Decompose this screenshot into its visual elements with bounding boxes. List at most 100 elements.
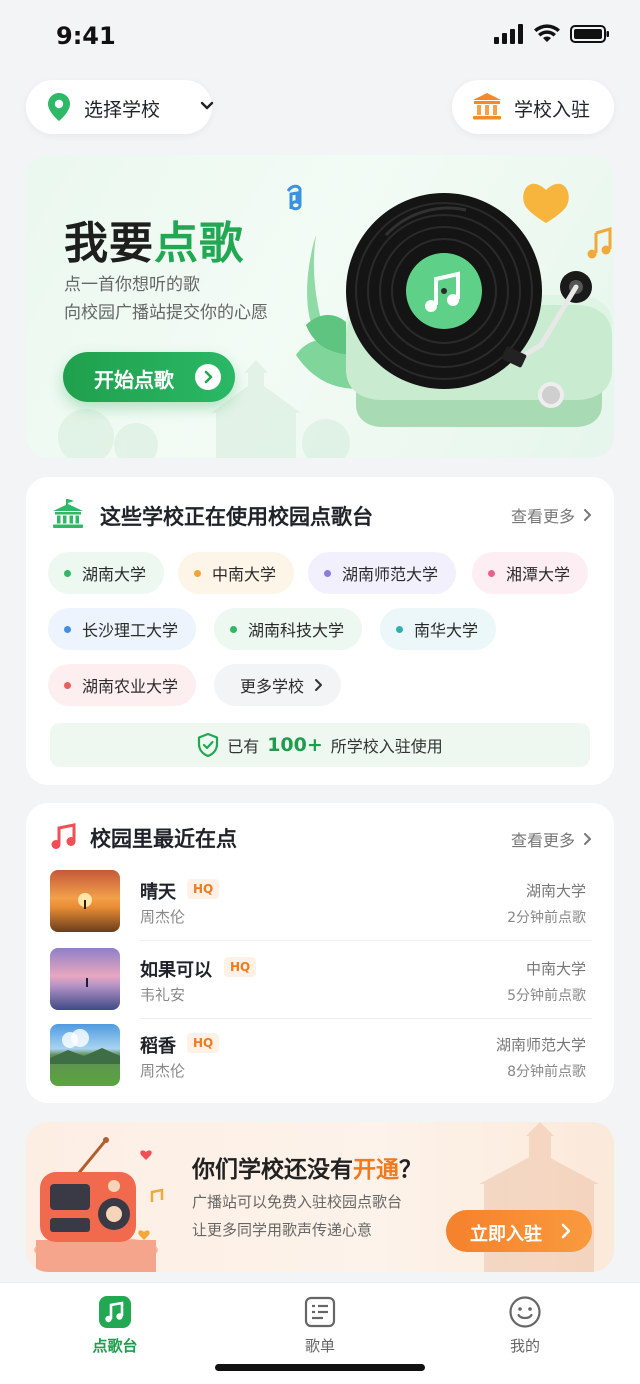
location-pin-icon [48, 93, 70, 121]
recent-card-title: 校园里最近在点 [90, 827, 237, 851]
song-time: 2分钟前点歌 [507, 910, 586, 926]
hero-subtitle-line1: 点一首你想听的歌 [64, 275, 200, 295]
wifi-icon [534, 24, 560, 42]
school-select-button[interactable]: 选择学校 [26, 80, 214, 134]
chevron-down-icon [200, 101, 214, 110]
school-join-button[interactable]: 学校入驻 [452, 80, 614, 134]
schools-card-title: 这些学校正在使用校园点歌台 [100, 505, 373, 529]
school-chip[interactable]: 南华大学 [380, 608, 497, 650]
status-time: 9:41 [56, 22, 116, 50]
school-chip[interactable]: 湖南师范大学 [308, 552, 457, 594]
chevron-right-icon [584, 509, 591, 521]
school-chip-label: 湖南大学 [82, 565, 147, 584]
song-school: 湖南师范大学 [495, 1036, 586, 1054]
join-now-label: 立即入驻 [470, 1224, 542, 1245]
signal-icon [494, 24, 523, 44]
chip-dot [324, 570, 331, 577]
recent-requests-card: 校园里最近在点 查看更多 晴天 HQ 周杰伦 湖南大学 2分钟前点歌 如果可以 … [26, 803, 614, 1103]
song-artist: 周杰伦 [140, 1062, 186, 1080]
song-school: 湖南大学 [525, 882, 586, 900]
school-chip[interactable]: 长沙理工大学 [48, 608, 197, 650]
chip-dot [396, 626, 403, 633]
chip-dot [64, 570, 71, 577]
hq-badge: HQ [187, 1033, 220, 1053]
school-join-label: 学校入驻 [514, 99, 591, 121]
stat-suffix: 所学校入驻使用 [330, 737, 443, 756]
shield-check-icon [198, 733, 219, 757]
top-bar: 选择学校 学校入驻 [0, 80, 640, 136]
schools-stat-bar: 已有 100+ 所学校入驻使用 [50, 723, 590, 767]
join-now-button[interactable]: 立即入驻 [446, 1210, 592, 1252]
promo-title: 你们学校还没有开通？ [192, 1150, 422, 1184]
tab-label: 我的 [509, 1337, 540, 1355]
song-time: 8分钟前点歌 [507, 1064, 586, 1080]
school-chip[interactable]: 中南大学 [178, 552, 295, 594]
tab-playlist[interactable]: 歌单 [260, 1293, 380, 1363]
chip-dot [64, 682, 71, 689]
chevron-right-icon [195, 364, 221, 390]
schools-card: 这些学校正在使用校园点歌台 查看更多 湖南大学 中南大学 湖南师范大学 湘潭大学… [26, 477, 614, 785]
school-chip[interactable]: 湖南农业大学 [48, 664, 197, 706]
more-schools-button[interactable]: 更多学校 [214, 664, 342, 706]
tab-label: 点歌台 [92, 1337, 138, 1355]
promo-subtitle: 广播站可以免费入驻校园点歌台 让更多同学用歌声传递心意 [192, 1188, 402, 1244]
school-chip-label: 中南大学 [212, 565, 277, 584]
school-chip-label: 长沙理工大学 [82, 621, 179, 640]
school-chip-label: 湖南师范大学 [342, 565, 439, 584]
tab-request[interactable]: 点歌台 [55, 1293, 175, 1363]
recent-more-label: 查看更多 [510, 831, 575, 850]
hero-title-part1: 我要 [64, 218, 154, 269]
home-indicator [215, 1364, 425, 1371]
start-request-button[interactable]: 开始点歌 [63, 352, 235, 402]
schools-more-label: 查看更多 [510, 507, 575, 526]
chip-dot [194, 570, 201, 577]
chevron-right-icon [315, 679, 323, 691]
school-chip[interactable]: 湖南大学 [48, 552, 165, 594]
hero-subtitle-line2: 向校园广播站提交你的心愿 [64, 303, 268, 323]
promo-title-part2: ？ [399, 1157, 422, 1183]
school-chip[interactable]: 湘潭大学 [472, 552, 589, 594]
hero-title-highlight: 点歌 [154, 218, 244, 269]
chip-dot [64, 626, 71, 633]
school-icon [53, 499, 83, 528]
chevron-right-icon [584, 833, 591, 845]
playlist-icon [304, 1296, 336, 1328]
song-row[interactable]: 晴天 HQ 周杰伦 湖南大学 2分钟前点歌 [50, 870, 592, 936]
song-artist: 韦礼安 [140, 986, 186, 1004]
smiley-icon [509, 1296, 541, 1328]
music-note-icon [51, 823, 76, 849]
start-request-label: 开始点歌 [94, 368, 174, 392]
promo-line1: 广播站可以免费入驻校园点歌台 [192, 1193, 403, 1211]
school-chip[interactable]: 湖南科技大学 [214, 608, 363, 650]
chip-dot [488, 570, 495, 577]
chip-dot [230, 626, 237, 633]
chevron-right-icon [561, 1223, 571, 1239]
status-icons [494, 24, 610, 44]
stat-number: 100+ [267, 734, 323, 756]
school-chip-label: 湘潭大学 [506, 565, 571, 584]
song-row[interactable]: 稻香 HQ 周杰伦 湖南师范大学 8分钟前点歌 [50, 1024, 592, 1090]
tab-profile[interactable]: 我的 [465, 1293, 585, 1363]
hq-badge: HQ [187, 879, 220, 899]
song-row[interactable]: 如果可以 HQ 韦礼安 中南大学 5分钟前点歌 [50, 948, 592, 1014]
recent-more-link[interactable]: 查看更多 [511, 827, 592, 851]
song-cover [50, 870, 120, 932]
promo-title-highlight: 开通 [353, 1157, 399, 1183]
hero-banner: 我要点歌 点一首你想听的歌 向校园广播站提交你的心愿 开始点歌 [26, 155, 614, 458]
school-building-icon [473, 93, 501, 120]
song-cover [50, 948, 120, 1010]
more-schools-label: 更多学校 [240, 677, 305, 696]
song-school: 中南大学 [525, 960, 586, 978]
stat-prefix: 已有 [227, 737, 260, 756]
hero-subtitle: 点一首你想听的歌 向校园广播站提交你的心愿 [64, 271, 268, 327]
schools-more-link[interactable]: 查看更多 [511, 503, 592, 527]
record-player-illustration [286, 183, 612, 427]
song-time: 5分钟前点歌 [507, 988, 586, 1004]
promo-banner: 你们学校还没有开通？ 广播站可以免费入驻校园点歌台 让更多同学用歌声传递心意 立… [26, 1122, 614, 1272]
divider [140, 940, 592, 941]
battery-icon [570, 25, 609, 43]
status-bar: 9:41 [0, 0, 640, 74]
radio-illustration [34, 1137, 164, 1272]
school-chip-label: 南华大学 [414, 621, 479, 640]
song-title: 晴天 [140, 882, 176, 903]
